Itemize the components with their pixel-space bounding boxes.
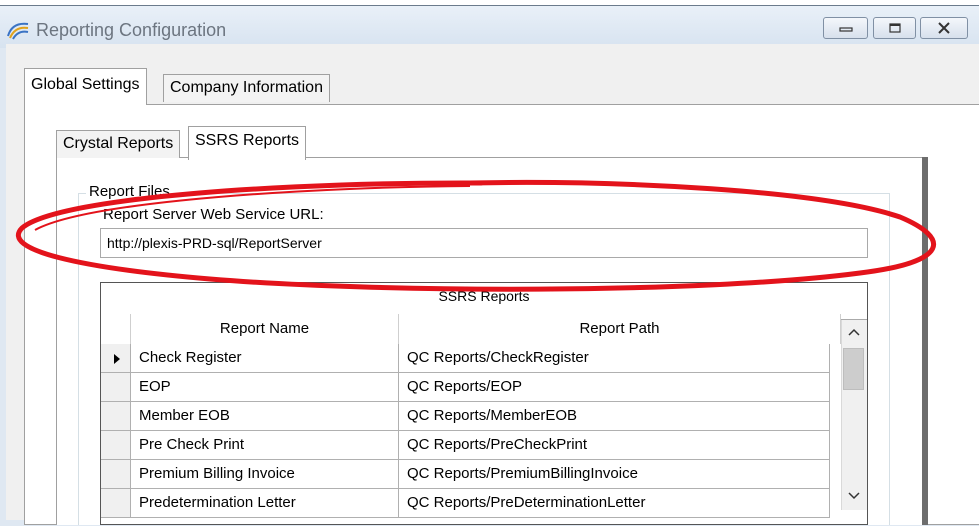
title-bar[interactable]: Reporting Configuration — [0, 6, 979, 48]
close-button[interactable] — [920, 17, 968, 39]
report-server-url-input[interactable] — [100, 228, 868, 258]
window-title: Reporting Configuration — [36, 20, 227, 40]
cell-report-path[interactable]: QC Reports/MemberEOB — [399, 402, 830, 431]
report-files-legend: Report Files — [86, 183, 173, 200]
chevron-up-icon — [848, 328, 860, 336]
row-selector[interactable] — [101, 373, 131, 402]
row-selector[interactable] — [101, 344, 131, 373]
tab-ssrs-reports[interactable]: SSRS Reports — [188, 126, 307, 160]
pane-edge — [922, 157, 928, 525]
cell-report-path[interactable]: QC Reports/PreCheckPrint — [399, 431, 830, 460]
row-selector[interactable] — [101, 460, 131, 489]
maximize-button[interactable] — [873, 17, 916, 39]
row-pointer-icon — [113, 354, 120, 364]
cell-report-path[interactable]: QC Reports/CheckRegister — [399, 344, 830, 373]
cell-report-name[interactable]: EOP — [131, 373, 399, 402]
row-header-corner — [101, 314, 131, 344]
cell-report-name[interactable]: Premium Billing Invoice — [131, 460, 399, 489]
app-logo-icon — [7, 22, 29, 40]
cell-report-path[interactable]: QC Reports/PremiumBillingInvoice — [399, 460, 830, 489]
close-icon — [938, 22, 950, 34]
scroll-up-button[interactable] — [842, 320, 866, 344]
cell-report-name[interactable]: Predetermination Letter — [131, 489, 399, 518]
cell-report-name[interactable]: Check Register — [131, 344, 399, 373]
cell-report-path[interactable]: QC Reports/EOP — [399, 373, 830, 402]
tab-crystal-reports[interactable]: Crystal Reports — [56, 130, 181, 158]
tab-global-settings[interactable]: Global Settings — [24, 68, 147, 105]
column-header-report-path[interactable]: Report Path — [399, 314, 841, 344]
url-label: Report Server Web Service URL: — [103, 206, 324, 223]
cell-report-name[interactable]: Pre Check Print — [131, 431, 399, 460]
cell-report-path[interactable]: QC Reports/PreDeterminationLetter — [399, 489, 830, 518]
maximize-icon — [888, 23, 901, 33]
chevron-down-icon — [848, 492, 860, 500]
row-selector[interactable] — [101, 402, 131, 431]
cell-report-name[interactable]: Member EOB — [131, 402, 399, 431]
minimize-icon — [838, 27, 853, 32]
tab-company-information[interactable]: Company Information — [163, 74, 330, 102]
grid-caption: SSRS Reports — [438, 288, 530, 304]
row-selector[interactable] — [101, 431, 131, 460]
row-selector[interactable] — [101, 489, 131, 518]
scroll-down-button[interactable] — [842, 484, 866, 508]
minimize-button[interactable] — [823, 17, 868, 39]
column-header-report-name[interactable]: Report Name — [131, 314, 399, 344]
scroll-thumb[interactable] — [843, 348, 864, 390]
